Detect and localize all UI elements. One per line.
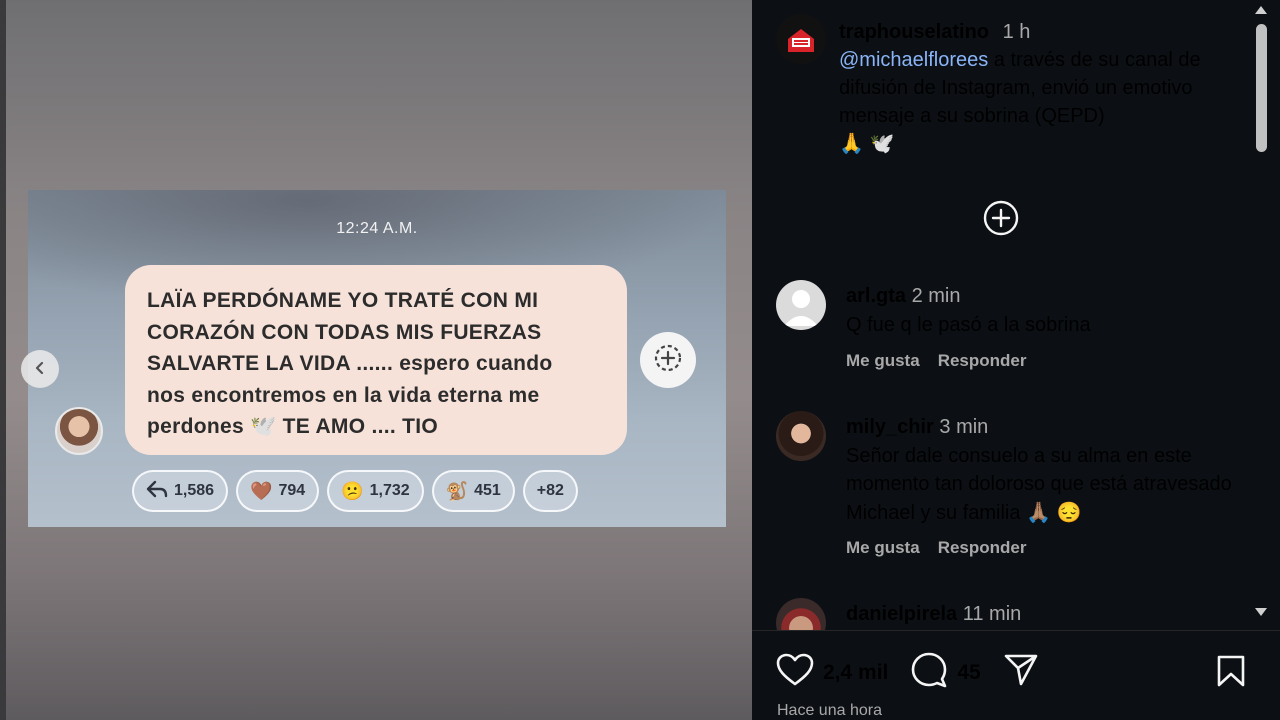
post-media: 12:24 A.M. LAÏA PERDÓNAME YO TRATÉ CON M… <box>0 0 752 720</box>
comment-item: mily_chir 3 min Señor dale consuelo a su… <box>776 411 1246 571</box>
reaction-chip-heart: 🤎 794 <box>236 470 320 512</box>
comment-icon[interactable] <box>910 652 948 693</box>
plus-circle-icon <box>982 200 1020 241</box>
reaction-chip-monkeys: 🐒 451 <box>431 470 515 512</box>
post-timestamp: Hace una hora <box>777 702 882 719</box>
dove-icon: 🕊️ <box>250 415 277 438</box>
load-more-comments-button[interactable] <box>982 199 1020 237</box>
like-count[interactable]: 2,4 mil <box>823 661 888 685</box>
reaction-count: 1,586 <box>174 482 215 499</box>
comment-time: 2 min <box>911 285 961 307</box>
reaction-count: 794 <box>278 482 306 499</box>
bookmark-icon[interactable] <box>1216 654 1246 693</box>
caption-mention[interactable]: @michaelflorees <box>839 49 988 71</box>
like-comment-button[interactable]: Me gusta <box>846 351 920 371</box>
monkeys-icon: 🐒 <box>445 480 469 501</box>
trap-house-logo-icon <box>786 27 816 52</box>
sad-face-icon: 😕 <box>341 480 364 501</box>
heart-icon[interactable] <box>776 653 814 692</box>
comment-body: danielpirela 11 min <box>846 600 1246 629</box>
share-icon[interactable] <box>1003 653 1039 692</box>
reaction-chip-reply: 1,586 <box>132 470 229 512</box>
post-caption: traphouselatino 1 h @michaelflorees a tr… <box>839 18 1239 158</box>
comment-username[interactable]: mily_chir <box>846 416 934 438</box>
media-edge <box>0 0 6 720</box>
comment-body: mily_chir 3 min Señor dale consuelo a su… <box>846 413 1246 527</box>
comment-text: Q fue q le pasó a la sobrina <box>846 313 1091 336</box>
message-line: SALVARTE LA VIDA ...... espero cuando <box>147 352 553 375</box>
comment-actions: Me gusta Responder <box>846 351 1026 371</box>
plus-circle-icon <box>653 343 683 378</box>
comment-username[interactable]: arl.gta <box>846 285 906 307</box>
reaction-bar: 1,586 🤎 794 😕 1,732 🐒 451 +82 <box>132 470 578 512</box>
scroll-down-arrow-icon[interactable] <box>1255 608 1267 616</box>
reaction-count: 451 <box>474 482 501 499</box>
comment-time: 3 min <box>939 416 989 438</box>
scroll-up-arrow-icon[interactable] <box>1255 6 1267 14</box>
like-comment-button[interactable]: Me gusta <box>846 538 920 558</box>
caption-emojis: 🙏 🕊️ <box>839 133 895 155</box>
reaction-count: +82 <box>536 482 564 499</box>
sender-avatar <box>55 407 103 455</box>
story-time: 12:24 A.M. <box>336 220 418 237</box>
post-actions-row: 2,4 mil 45 <box>776 652 1039 693</box>
reply-arrow-icon <box>146 480 168 503</box>
comment-time: 11 min <box>962 603 1022 625</box>
add-reaction-button[interactable] <box>640 332 696 388</box>
scroll-thumb[interactable] <box>1256 24 1267 152</box>
message-text: perdones <box>147 415 244 438</box>
reaction-count: 1,732 <box>369 482 410 499</box>
comment-text: Señor dale consuelo a su alma en este mo… <box>846 444 1232 524</box>
author-avatar[interactable] <box>776 14 826 64</box>
post-time: 1 h <box>1002 21 1031 43</box>
reaction-chip-more: +82 <box>522 470 578 512</box>
comment-actions: Me gusta Responder <box>846 538 1026 558</box>
comment-count: 45 <box>957 660 981 684</box>
message-line: LAÏA PERDÓNAME YO TRATÉ CON MI <box>147 289 539 312</box>
comment-username[interactable]: danielpirela <box>846 603 957 625</box>
reply-comment-button[interactable]: Responder <box>938 351 1027 371</box>
reaction-chip-sad: 😕 1,732 <box>327 470 424 512</box>
author-username[interactable]: traphouselatino <box>839 21 989 43</box>
comment-body: arl.gta 2 min Q fue q le pasó a la sobri… <box>846 282 1246 339</box>
previous-slide-button[interactable] <box>21 350 59 388</box>
avatar[interactable] <box>776 280 826 330</box>
avatar[interactable] <box>776 598 826 630</box>
message-line: CORAZÓN CON TODAS MIS FUERZAS <box>147 320 542 344</box>
message-text: TE AMO .... TIO <box>282 415 439 438</box>
reply-comment-button[interactable]: Responder <box>938 538 1027 558</box>
scrollbar[interactable] <box>1250 0 1272 630</box>
avatar[interactable] <box>776 411 826 461</box>
story-screenshot: 12:24 A.M. LAÏA PERDÓNAME YO TRATÉ CON M… <box>28 190 726 527</box>
chevron-left-icon <box>33 359 47 380</box>
comment-item: arl.gta 2 min Q fue q le pasó a la sobri… <box>776 280 1246 380</box>
message-line: nos encontremos en la vida eterna me <box>147 383 540 407</box>
comment-item: danielpirela 11 min <box>776 598 1246 630</box>
brown-heart-icon: 🤎 <box>250 480 273 501</box>
message-bubble: LAÏA PERDÓNAME YO TRATÉ CON MI CORAZÓN C… <box>125 265 627 455</box>
message-line: perdones 🕊️ TE AMO .... TIO <box>147 411 605 443</box>
